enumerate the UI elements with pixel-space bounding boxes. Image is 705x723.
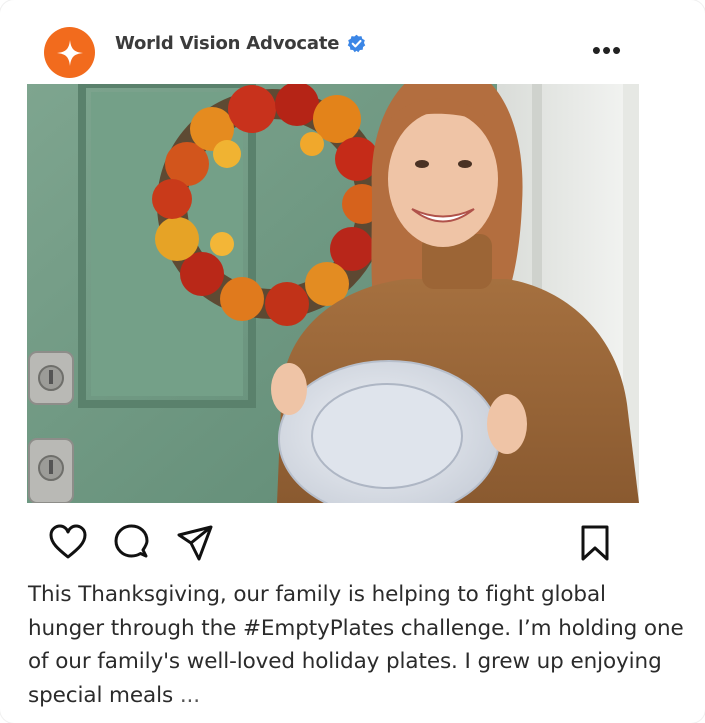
post-photo-illustration bbox=[27, 84, 639, 503]
post-card: World Vision Advocate ••• This Thanksgiv… bbox=[0, 0, 705, 723]
caption-text: This Thanksgiving, our family is helping… bbox=[28, 582, 684, 708]
verified-badge-icon bbox=[348, 34, 366, 53]
heart-icon[interactable] bbox=[48, 523, 88, 563]
avatar[interactable] bbox=[44, 27, 95, 78]
more-options-icon[interactable]: ••• bbox=[590, 35, 624, 65]
comment-icon[interactable] bbox=[112, 523, 152, 563]
post-actions bbox=[0, 515, 705, 565]
post-image[interactable] bbox=[27, 84, 639, 503]
account-name-row[interactable]: World Vision Advocate bbox=[115, 33, 366, 54]
bookmark-icon[interactable] bbox=[575, 523, 615, 563]
share-icon[interactable] bbox=[175, 523, 215, 563]
sparkle-star-icon bbox=[56, 39, 83, 66]
account-name[interactable]: World Vision Advocate bbox=[115, 33, 339, 54]
caption-more-link[interactable]: ... bbox=[180, 683, 200, 708]
post-header: World Vision Advocate ••• bbox=[0, 0, 705, 84]
post-caption: This Thanksgiving, our family is helping… bbox=[28, 578, 688, 712]
